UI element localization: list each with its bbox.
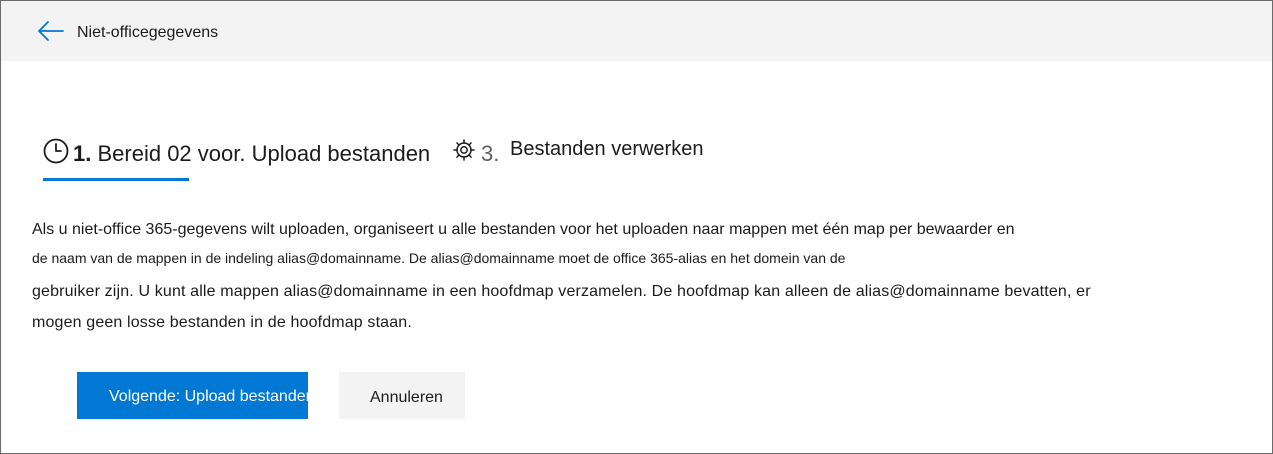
header-bar: Niet-officegegevens [1,1,1272,61]
step-1-number: 1. [73,141,92,166]
step-1-label: Bereid 02 voor. Upload bestanden [97,141,431,166]
step-1: 1. Bereid 02 voor. Upload bestanden [73,141,430,167]
cancel-button-label: Annuleren [370,389,443,406]
arrow-left-icon [38,21,64,41]
step-3-number: 3. [481,141,500,166]
back-button[interactable] [35,17,67,45]
description-line-1: Als u niet-office 365-gegevens wilt uplo… [32,221,1015,238]
gear-icon [453,139,475,161]
step-indicator: 1. Bereid 02 voor. Upload bestanden 3. B… [1,121,1272,191]
description-line-2: de naam van de mappen in de indeling ali… [32,250,846,266]
description-line-3: gebruiker zijn. U kunt alle mappen alias… [32,283,1091,300]
active-step-indicator [43,178,189,181]
step-3-label: Bestanden verwerken [510,138,704,160]
clock-icon [43,138,69,164]
cancel-button[interactable]: Annuleren [339,372,465,419]
next-upload-button[interactable]: Volgende: Upload bestanden [77,372,315,419]
page-title: Niet-officegegevens [77,24,219,41]
description-line-4: mogen geen losse bestanden in de hoofdma… [32,314,412,331]
next-upload-button-label: Volgende: Upload bestanden [109,388,315,405]
panel: Niet-officegegevens 1. Bereid 02 voor. U… [0,0,1273,454]
